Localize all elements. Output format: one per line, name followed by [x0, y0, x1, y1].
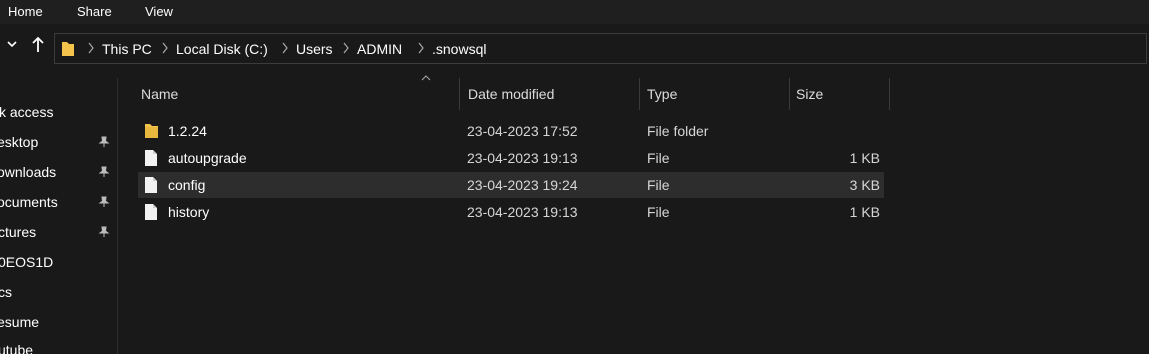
column-divider[interactable] [639, 78, 640, 110]
nav-item-label: utube [0, 342, 34, 354]
column-header-size[interactable]: Size [796, 86, 823, 102]
nav-item-desktop[interactable]: esktop [0, 132, 117, 154]
ribbon-tab-share[interactable]: Share [77, 4, 112, 19]
nav-item-label: ownloads [0, 164, 57, 180]
column-header-name[interactable]: Name [141, 86, 178, 102]
file-type: File folder [647, 123, 709, 139]
up-arrow-icon[interactable] [31, 35, 45, 56]
file-name: config [168, 177, 206, 193]
pin-icon [98, 136, 110, 147]
file-date-modified: 23-04-2023 17:52 [467, 123, 578, 139]
address-bar[interactable]: This PC Local Disk (C:) Users ADMIN .sno… [54, 33, 1147, 64]
column-divider[interactable] [889, 78, 890, 110]
file-icon [144, 203, 158, 224]
pin-icon [98, 166, 110, 177]
column-divider[interactable] [459, 78, 460, 110]
recent-locations-chevron-icon[interactable] [6, 37, 18, 53]
file-date-modified: 23-04-2023 19:24 [467, 177, 578, 193]
file-name: 1.2.24 [168, 123, 207, 139]
file-name: history [168, 204, 210, 220]
file-name: autoupgrade [168, 150, 247, 166]
file-row[interactable]: history 23-04-2023 19:13 File 1 KB [138, 199, 884, 225]
breadcrumb-snowsql[interactable]: .snowsql [432, 41, 486, 57]
file-type: File [647, 177, 670, 193]
breadcrumb-separator-icon [162, 42, 168, 54]
sort-ascending-icon [421, 75, 431, 81]
breadcrumb-separator-icon [343, 42, 349, 54]
ribbon: Home Share View [0, 0, 1149, 24]
pin-icon [98, 196, 110, 207]
file-row[interactable]: autoupgrade 23-04-2023 19:13 File 1 KB [138, 145, 884, 171]
file-icon [144, 149, 158, 170]
folder-icon [144, 122, 159, 142]
ribbon-tab-view[interactable]: View [145, 4, 173, 19]
breadcrumb-this-pc[interactable]: This PC [102, 41, 152, 57]
file-date-modified: 23-04-2023 19:13 [467, 150, 578, 166]
file-type: File [647, 150, 670, 166]
nav-item-label: ocuments [0, 194, 58, 210]
file-row[interactable]: 1.2.24 23-04-2023 17:52 File folder [138, 118, 884, 144]
address-row: This PC Local Disk (C:) Users ADMIN .sno… [0, 25, 1149, 75]
nav-item-label: esume [0, 314, 40, 330]
file-size: 1 KB [849, 150, 880, 166]
nav-item-resume[interactable]: esume [0, 312, 117, 334]
pin-icon [98, 226, 110, 237]
file-date-modified: 23-04-2023 19:13 [467, 204, 578, 220]
file-type: File [647, 204, 670, 220]
breadcrumb-separator-icon [418, 42, 424, 54]
folder-icon [61, 41, 75, 60]
nav-item-youtube[interactable]: utube [0, 340, 117, 354]
breadcrumb-users[interactable]: Users [296, 41, 333, 57]
nav-item-label: esktop [0, 134, 39, 150]
file-size: 1 KB [849, 204, 880, 220]
ribbon-tab-home[interactable]: Home [8, 4, 43, 19]
nav-item-label: ck access [0, 104, 54, 120]
nav-item-documents[interactable]: ocuments [0, 192, 117, 214]
nav-item-label: ctures [0, 224, 37, 240]
nav-item-pictures[interactable]: ctures [0, 222, 117, 244]
file-size: 3 KB [849, 177, 880, 193]
column-divider[interactable] [789, 78, 790, 110]
nav-item-downloads[interactable]: ownloads [0, 162, 117, 184]
nav-item-quick-access[interactable]: ck access [0, 102, 117, 124]
column-header-row: Name Date modified Type Size [131, 75, 891, 110]
column-header-type[interactable]: Type [647, 86, 677, 102]
navigation-pane: ck access esktop ownloads ocuments cture… [0, 78, 118, 354]
file-row[interactable]: config 23-04-2023 19:24 File 3 KB [138, 172, 884, 198]
breadcrumb-local-disk[interactable]: Local Disk (C:) [176, 41, 268, 57]
file-icon [144, 176, 158, 197]
nav-item-label: cs [0, 284, 12, 300]
breadcrumb-admin[interactable]: ADMIN [357, 41, 402, 57]
nav-item-label: 0EOS1D [0, 254, 54, 270]
breadcrumb-separator-icon [282, 42, 288, 54]
breadcrumb-separator-icon [88, 42, 94, 54]
nav-item-folder-eos1d[interactable]: 0EOS1D [0, 252, 117, 274]
nav-item-folder-cs[interactable]: cs [0, 282, 117, 304]
column-header-date-modified[interactable]: Date modified [468, 86, 554, 102]
